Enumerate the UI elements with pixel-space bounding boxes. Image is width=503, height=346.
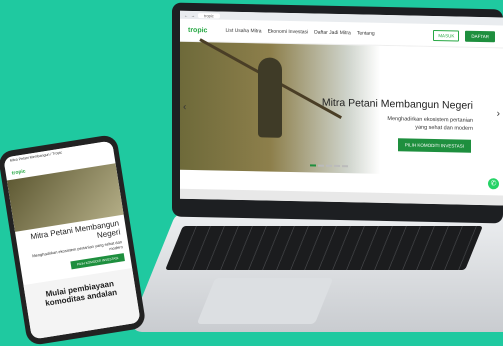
nav-tentang[interactable]: Tentang — [357, 30, 375, 36]
carousel-next-icon[interactable]: › — [497, 108, 500, 119]
farmer-image — [258, 57, 282, 138]
forward-icon[interactable]: → — [191, 12, 195, 17]
nav-list-usaha[interactable]: List Usaha Mitra — [225, 28, 261, 35]
site-logo[interactable]: tropic — [188, 26, 207, 33]
carousel-dot[interactable] — [318, 164, 324, 167]
carousel-dot[interactable] — [342, 165, 348, 168]
laptop-screen: ← → tropic tropic List Usaha Mitra Ekono… — [172, 2, 503, 224]
carousel-dot[interactable] — [326, 164, 332, 167]
nav-ekonomi-investasi[interactable]: Ekonomi Investasi — [268, 29, 309, 36]
nav-daftar-mitra[interactable]: Daftar Jadi Mitra — [314, 30, 351, 37]
carousel-prev-icon[interactable]: ‹ — [183, 102, 186, 113]
laptop-trackpad — [196, 278, 334, 324]
carousel-dot[interactable] — [310, 164, 316, 167]
login-button[interactable]: MASUK — [433, 29, 460, 42]
phone-section-title: Mulai pembiayaan komoditas andalan — [44, 278, 118, 309]
hero-cta-button[interactable]: PILIH KOMODITI INVESTASI — [397, 138, 471, 153]
laptop-keyboard — [165, 226, 483, 270]
os-taskbar — [180, 188, 503, 206]
hero-banner: ‹ › Mitra Petani Membangun Negeri Mengha… — [180, 38, 503, 177]
hero-title: Mitra Petani Membangun Negeri — [321, 96, 473, 112]
carousel-dot[interactable] — [334, 164, 340, 168]
address-bar[interactable]: tropic — [198, 12, 220, 19]
back-icon[interactable]: ← — [184, 12, 188, 17]
carousel-indicators[interactable] — [310, 164, 348, 168]
register-button[interactable]: DAFTAR — [465, 30, 495, 42]
phone-section: Mulai pembiayaan komoditas andalan — [23, 267, 141, 340]
hero-subtitle: Menghadirkan ekosistem pertanian yang se… — [387, 116, 473, 133]
laptop-display: ← → tropic tropic List Usaha Mitra Ekono… — [180, 10, 503, 206]
phone-screen: Mitra Petani Membangun / Tropic tropic M… — [3, 140, 141, 340]
whatsapp-icon[interactable]: ✆ — [488, 178, 499, 190]
phone: Mitra Petani Membangun / Tropic tropic M… — [0, 133, 147, 346]
